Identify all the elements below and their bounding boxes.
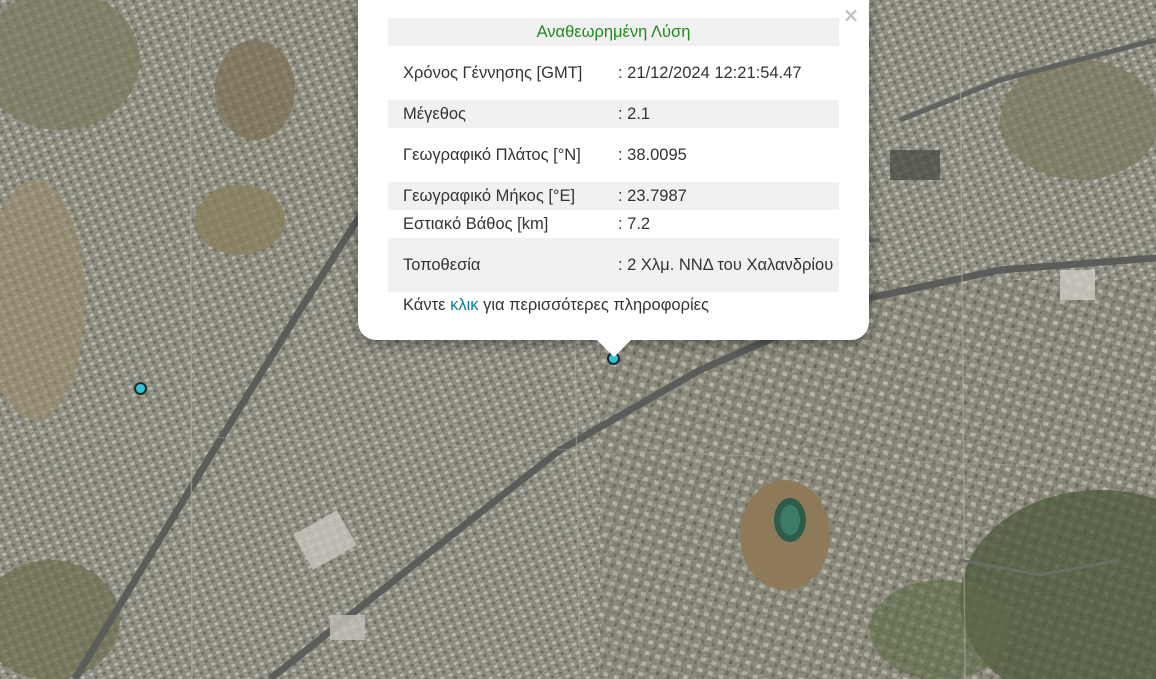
depth-label: Εστιακό Βάθος [km] — [403, 215, 549, 233]
table-row: Γεωγραφικό Μήκος [°E] : 23.7987 — [388, 182, 839, 210]
popup-title: Αναθεωρημένη Λύση — [388, 18, 839, 46]
popup-title-row: Αναθεωρημένη Λύση — [388, 18, 839, 46]
table-row: Τοποθεσία : 2 Χλμ. ΝΝΔ του Χαλανδρίου — [388, 238, 839, 292]
location-value: : 2 Χλμ. ΝΝΔ του Χαλανδρίου — [610, 238, 839, 292]
depth-value: : 7.2 — [618, 215, 651, 233]
earthquake-info-popup: × Αναθεωρημένη Λύση Χρόνος Γέννησης [GMT… — [358, 0, 869, 357]
magnitude-label: Μέγεθος — [388, 100, 610, 128]
more-info-prefix: Κάντε — [403, 296, 451, 314]
latitude-label: Γεωγραφικό Πλάτος [°N] — [403, 146, 581, 164]
epicenter-marker[interactable] — [134, 382, 147, 395]
more-info-text: Κάντε κλικ για περισσότερες πληροφορίες — [403, 293, 709, 317]
popup-tip — [597, 340, 631, 357]
location-label: Τοποθεσία — [388, 238, 610, 292]
magnitude-value: : 2.1 — [610, 100, 839, 128]
origin-time-label: Χρόνος Γέννησης [GMT] — [403, 64, 583, 82]
longitude-label: Γεωγραφικό Μήκος [°E] — [388, 182, 610, 210]
table-row: Εστιακό Βάθος [km] : 7.2 — [388, 210, 839, 238]
longitude-value: : 23.7987 — [610, 182, 839, 210]
latitude-value: : 38.0095 — [618, 146, 687, 164]
earthquake-details-table: Αναθεωρημένη Λύση Χρόνος Γέννησης [GMT] … — [388, 18, 839, 292]
table-row: Μέγεθος : 2.1 — [388, 100, 839, 128]
table-row: Γεωγραφικό Πλάτος [°N] : 38.0095 — [388, 128, 839, 182]
table-row: Χρόνος Γέννησης [GMT] : 21/12/2024 12:21… — [388, 46, 839, 100]
more-info-suffix: για περισσότερες πληροφορίες — [478, 296, 709, 314]
origin-time-value: : 21/12/2024 12:21:54.47 — [618, 64, 802, 82]
close-popup-button[interactable]: × — [842, 5, 860, 25]
more-info-link[interactable]: κλικ — [450, 296, 478, 314]
